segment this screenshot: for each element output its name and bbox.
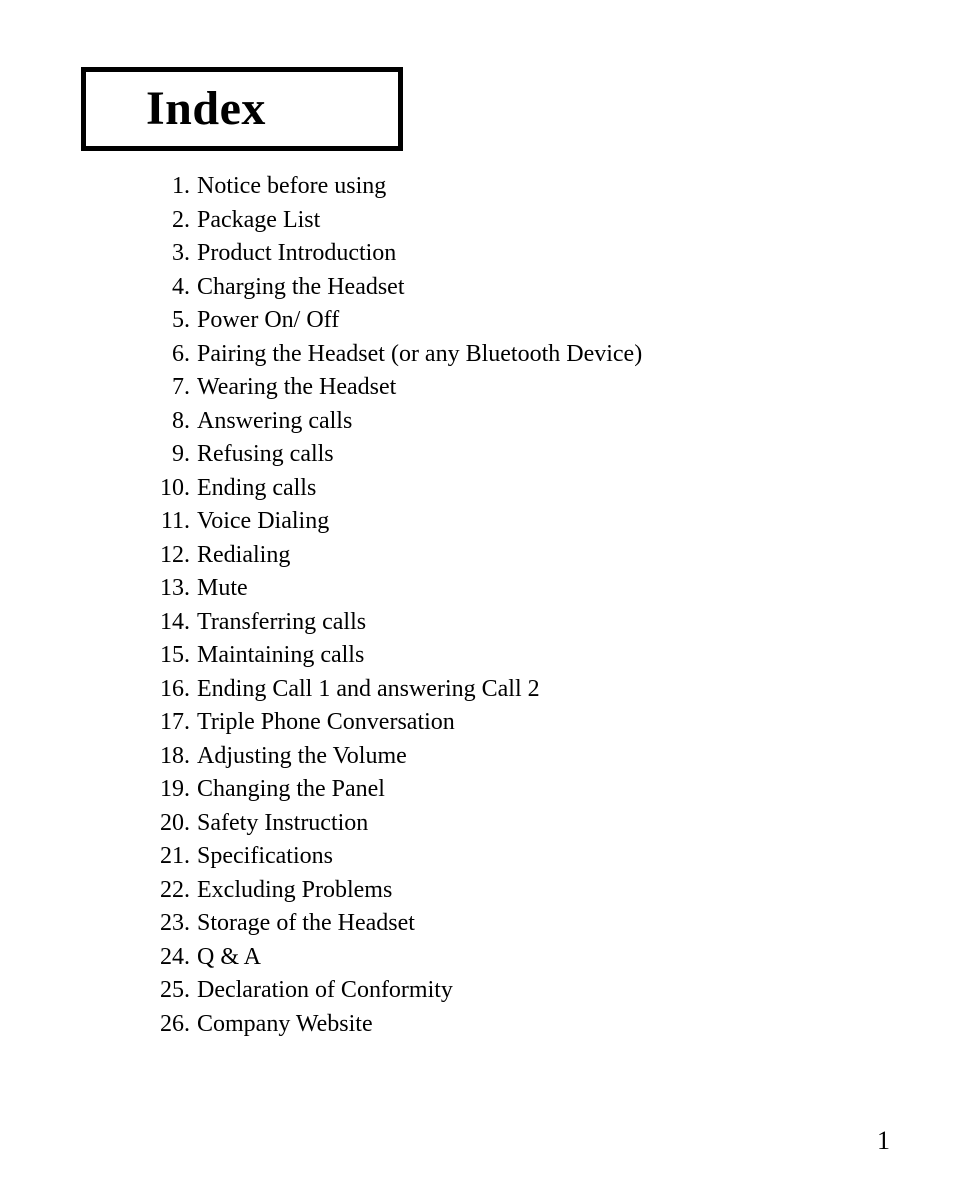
index-list-item[interactable]: 13. Mute (148, 572, 908, 606)
index-item-label: Changing the Panel (197, 776, 385, 802)
index-list-item[interactable]: 1. Notice before using (148, 170, 908, 204)
index-item-number: 14. (160, 608, 190, 635)
index-item-label: Charging the Headset (197, 273, 405, 300)
index-item-number: 6. (172, 340, 190, 367)
index-item-label: Product Introduction (197, 240, 397, 266)
index-item-number: 25. (160, 977, 190, 1003)
index-list-item[interactable]: 12. Redialing (148, 539, 908, 573)
index-item-label: Specifications (197, 843, 333, 869)
index-list-item[interactable]: 9. Refusing calls (148, 438, 908, 472)
index-list-item[interactable]: 24. Q & A (148, 941, 908, 975)
index-item-label: Adjusting the Volume (197, 742, 407, 769)
index-list-item[interactable]: 23. Storage of the Headset (148, 907, 908, 941)
index-title-box: Index (81, 67, 403, 151)
index-list-item[interactable]: 3. Product Introduction (148, 237, 908, 271)
index-item-label: Transferring calls (197, 608, 367, 635)
index-item-number: 11. (160, 508, 190, 534)
index-item-number: 2. (172, 206, 190, 233)
index-item-label: Q & A (197, 943, 262, 970)
index-list-item[interactable]: 7. Wearing the Headset (148, 371, 908, 405)
index-list-item[interactable]: 20. Safety Instruction (148, 807, 908, 841)
index-item-label: Ending Call 1 and answering Call 2 (197, 675, 540, 702)
index-item-number: 18. (160, 742, 190, 769)
index-list-item[interactable]: 21. Specifications (148, 840, 908, 874)
index-item-label: Company Website (197, 1010, 373, 1037)
index-item-label: Storage of the Headset (197, 910, 415, 936)
index-item-label: Excluding Problems (197, 876, 393, 903)
index-item-number: 10. (160, 474, 190, 501)
index-item-label: Safety Instruction (197, 809, 369, 836)
index-list-item[interactable]: 11. Voice Dialing (148, 505, 908, 539)
index-item-number: 19. (160, 776, 190, 802)
index-item-label: Wearing the Headset (197, 374, 397, 400)
page-title: Index (146, 82, 266, 135)
index-item-number: 7. (172, 374, 190, 400)
index-item-number: 24. (160, 943, 190, 970)
index-list-item[interactable]: 22. Excluding Problems (148, 874, 908, 908)
index-list-item[interactable]: 19. Changing the Panel (148, 773, 908, 807)
index-item-number: 9. (172, 441, 190, 467)
index-item-label: Voice Dialing (197, 508, 330, 534)
index-item-number: 12. (160, 541, 190, 568)
index-list-item[interactable]: 26. Company Website (148, 1008, 908, 1042)
index-list-item[interactable]: 2. Package List (148, 204, 908, 238)
index-item-label: Ending calls (197, 474, 317, 501)
index-list-item[interactable]: 10. Ending calls (148, 472, 908, 506)
index-item-number: 23. (160, 910, 190, 936)
document-page: Index 1. Notice before using 2. Package Lis… (0, 0, 954, 1204)
index-list-item[interactable]: 15. Maintaining calls (148, 639, 908, 673)
index-list-item[interactable]: 25. Declaration of Conformity (148, 974, 908, 1008)
index-list-item[interactable]: 6. Pairing the Headset (or any Bluetooth … (148, 338, 908, 372)
index-item-number: 21. (160, 843, 190, 869)
index-item-label: Redialing (197, 541, 291, 568)
index-item-number: 5. (172, 307, 190, 333)
index-item-number: 1. (172, 173, 190, 199)
index-list-item[interactable]: 8. Answering calls (148, 405, 908, 439)
index-item-number: 16. (160, 675, 190, 702)
index-item-label: Maintaining calls (197, 642, 365, 668)
index-list-item[interactable]: 17. Triple Phone Conversation (148, 706, 908, 740)
index-list-item[interactable]: 18. Adjusting the Volume (148, 740, 908, 774)
index-list-item[interactable]: 4. Charging the Headset (148, 271, 908, 305)
index-list-item[interactable]: 5. Power On/ Off (148, 304, 908, 338)
index-item-label: Triple Phone Conversation (197, 709, 455, 735)
index-item-number: 17. (160, 709, 190, 735)
index-item-label: Power On/ Off (197, 307, 340, 333)
index-item-number: 4. (172, 273, 190, 300)
index-list: 1. Notice before using 2. Package List 3. Pro… (148, 170, 908, 1041)
page-number: 1 (877, 1126, 890, 1155)
index-item-label: Answering calls (197, 407, 353, 434)
index-item-number: 26. (160, 1010, 190, 1037)
index-item-label: Package List (197, 206, 321, 233)
index-item-label: Mute (197, 575, 248, 601)
index-item-number: 3. (172, 240, 190, 266)
index-item-number: 22. (160, 876, 190, 903)
index-item-number: 13. (160, 575, 190, 601)
index-item-label: Refusing calls (197, 441, 334, 467)
index-item-number: 15. (160, 642, 190, 668)
index-item-label: Declaration of Conformity (197, 977, 453, 1003)
index-item-number: 8. (172, 407, 190, 434)
index-list-item[interactable]: 16. Ending Call 1 and answering Call 2 (148, 673, 908, 707)
index-item-number: 20. (160, 809, 190, 836)
index-list-item[interactable]: 14. Transferring calls (148, 606, 908, 640)
index-item-label: Notice before using (197, 173, 387, 199)
index-item-label: Pairing the Headset (or any Bluetooth De… (197, 340, 643, 367)
